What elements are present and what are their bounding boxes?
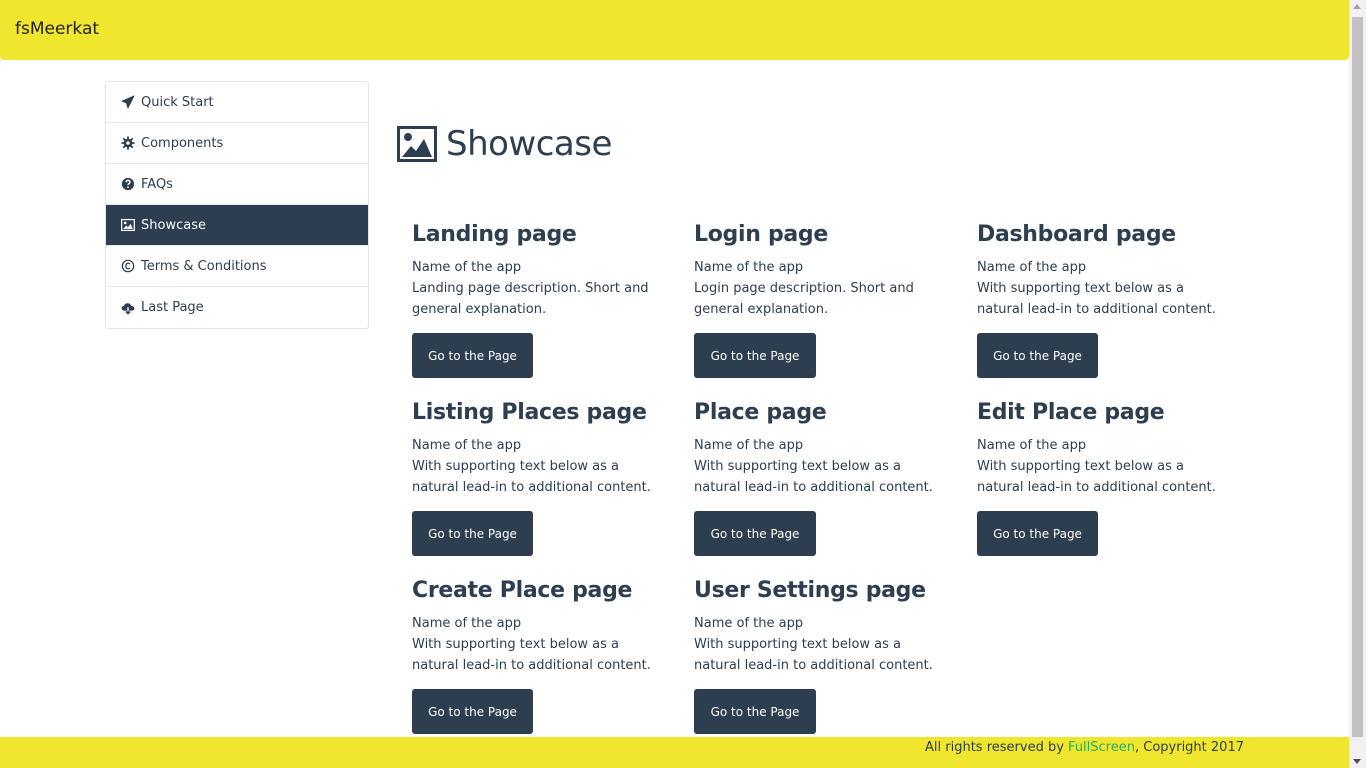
go-to-page-button[interactable]: Go to the Page xyxy=(977,333,1098,378)
showcase-card-create-place: Create Place page Name of the app With s… xyxy=(412,577,662,734)
card-title: Dashboard page xyxy=(977,222,1176,247)
card-title: Login page xyxy=(694,222,829,247)
sidebar-item-label: FAQs xyxy=(141,176,173,192)
page-title: Showcase xyxy=(397,124,612,164)
sidebar-item-label: Quick Start xyxy=(141,94,214,110)
sidebar-item-faqs[interactable]: FAQs xyxy=(106,164,368,205)
question-circle-icon xyxy=(121,177,135,191)
go-to-page-button[interactable]: Go to the Page xyxy=(694,333,816,378)
card-subtitle: Name of the app xyxy=(977,260,1087,275)
card-subtitle: Name of the app xyxy=(412,438,522,453)
showcase-card-dashboard: Dashboard page Name of the app With supp… xyxy=(977,221,1227,378)
sidebar-item-quick-start[interactable]: Quick Start xyxy=(106,82,368,123)
go-to-page-button[interactable]: Go to the Page xyxy=(977,511,1098,556)
card-text: Landing page description. Short and gene… xyxy=(412,281,649,317)
scroll-up-arrow-icon[interactable] xyxy=(1353,4,1361,9)
image-icon xyxy=(121,218,135,232)
card-text: With supporting text below as a natural … xyxy=(977,459,1216,495)
top-navbar: fsMeerkat xyxy=(0,0,1349,60)
go-to-page-button[interactable]: Go to the Page xyxy=(412,689,533,734)
sidebar-item-showcase[interactable]: Showcase xyxy=(106,205,368,246)
card-subtitle: Name of the app xyxy=(412,260,522,275)
card-text: With supporting text below as a natural … xyxy=(977,281,1216,317)
card-title: Create Place page xyxy=(412,578,633,603)
card-text: With supporting text below as a natural … xyxy=(694,637,933,673)
showcase-card-listing-places: Listing Places page Name of the app With… xyxy=(412,399,662,556)
card-subtitle: Name of the app xyxy=(694,438,804,453)
showcase-card-user-settings: User Settings page Name of the app With … xyxy=(694,577,944,734)
card-text: Login page description. Short and genera… xyxy=(694,281,914,317)
showcase-card-login: Login page Name of the app Login page de… xyxy=(694,221,944,378)
image-icon xyxy=(397,126,437,162)
card-text: With supporting text below as a natural … xyxy=(694,459,933,495)
sidebar-item-components[interactable]: Components xyxy=(106,123,368,164)
card-title: User Settings page xyxy=(694,578,926,603)
showcase-card-edit-place: Edit Place page Name of the app With sup… xyxy=(977,399,1227,556)
showcase-card-place: Place page Name of the app With supporti… xyxy=(694,399,944,556)
footer-copyright: All rights reserved by FullScreen, Copyr… xyxy=(925,740,1244,755)
card-subtitle: Name of the app xyxy=(694,616,804,631)
sidebar-item-label: Showcase xyxy=(141,217,206,233)
sidebar: Quick Start Components FAQs Showcase Ter… xyxy=(105,81,369,329)
sidebar-item-label: Components xyxy=(141,135,224,151)
go-to-page-button[interactable]: Go to the Page xyxy=(694,689,816,734)
brand-logo[interactable]: fsMeerkat xyxy=(15,19,99,39)
cloud-download-icon xyxy=(121,301,135,315)
footer-suffix: , Copyright 2017 xyxy=(1134,740,1244,755)
card-title: Place page xyxy=(694,400,827,425)
scroll-down-arrow-icon[interactable] xyxy=(1353,759,1361,764)
card-title: Listing Places page xyxy=(412,400,647,425)
sidebar-item-label: Terms & Conditions xyxy=(141,258,267,274)
paper-plane-icon xyxy=(121,95,135,109)
card-subtitle: Name of the app xyxy=(412,616,522,631)
sidebar-item-terms[interactable]: Terms & Conditions xyxy=(106,246,368,287)
sidebar-item-last-page[interactable]: Last Page xyxy=(106,287,368,328)
go-to-page-button[interactable]: Go to the Page xyxy=(694,511,816,556)
card-text: With supporting text below as a natural … xyxy=(412,637,651,673)
footer-link-fullscreen[interactable]: FullScreen xyxy=(1068,740,1135,755)
card-subtitle: Name of the app xyxy=(977,438,1087,453)
go-to-page-button[interactable]: Go to the Page xyxy=(412,511,533,556)
vertical-scrollbar[interactable] xyxy=(1349,0,1366,768)
sidebar-item-label: Last Page xyxy=(141,300,204,315)
card-text: With supporting text below as a natural … xyxy=(412,459,651,495)
copyright-icon xyxy=(121,259,135,273)
go-to-page-button[interactable]: Go to the Page xyxy=(412,333,533,378)
card-title: Edit Place page xyxy=(977,400,1165,425)
footer: All rights reserved by FullScreen, Copyr… xyxy=(0,737,1349,768)
scrollbar-thumb[interactable] xyxy=(1352,17,1363,737)
footer-prefix: All rights reserved by xyxy=(925,740,1069,755)
showcase-card-landing: Landing page Name of the app Landing pag… xyxy=(412,221,662,378)
page-title-text: Showcase xyxy=(446,124,612,164)
gear-icon xyxy=(121,136,135,150)
card-subtitle: Name of the app xyxy=(694,260,804,275)
card-title: Landing page xyxy=(412,222,577,247)
